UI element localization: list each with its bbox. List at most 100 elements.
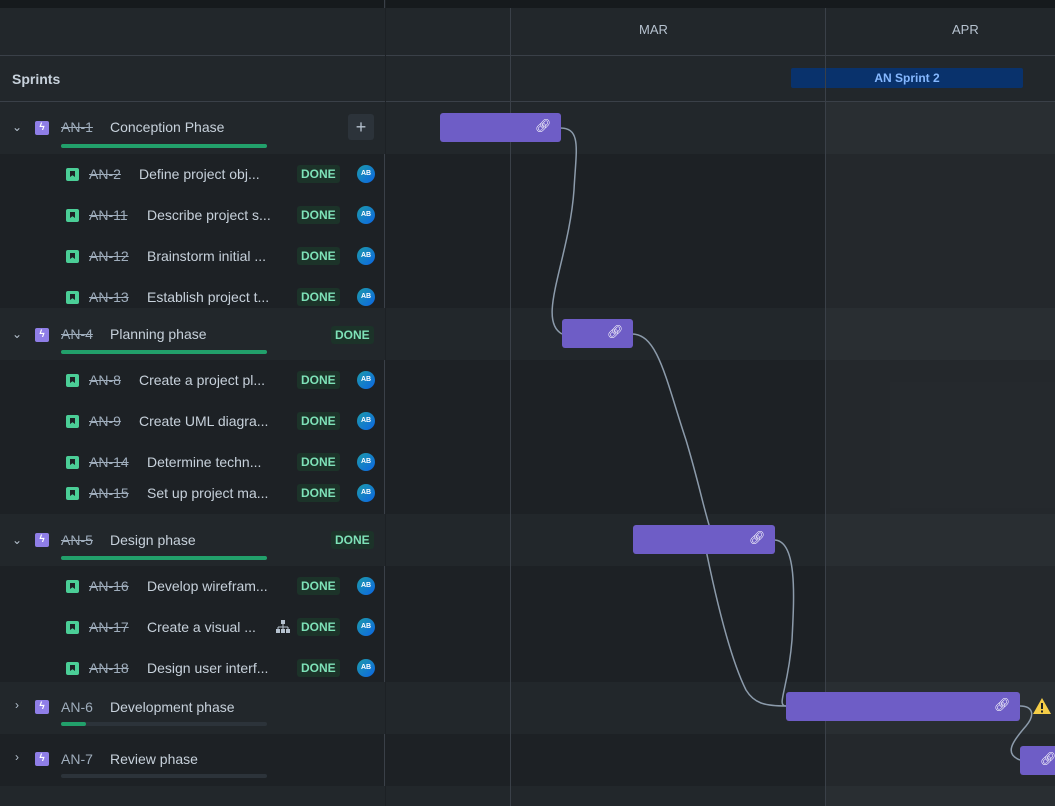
status-badge[interactable]: DONE: [297, 659, 340, 677]
story-row-an-11[interactable]: AN-11 Describe project s... DONE AB: [0, 195, 385, 236]
avatar[interactable]: AB: [357, 453, 375, 471]
story-row-an-16[interactable]: AN-16 Develop wirefram... DONE AB: [0, 566, 385, 607]
progress-fill: [61, 144, 267, 148]
story-bookmark-icon: [66, 662, 79, 675]
status-badge[interactable]: DONE: [331, 531, 374, 549]
chevron-down-icon[interactable]: ⌄: [11, 327, 23, 341]
issue-title[interactable]: Develop wirefram...: [147, 578, 268, 594]
issue-title[interactable]: Planning phase: [110, 326, 207, 342]
avatar[interactable]: AB: [357, 659, 375, 677]
issue-title[interactable]: Determine techn...: [147, 454, 261, 470]
link-icon[interactable]: 🔗︎: [1040, 751, 1055, 767]
avatar[interactable]: AB: [357, 412, 375, 430]
status-badge[interactable]: DONE: [297, 206, 340, 224]
epic-lightning-icon: ϟ: [35, 328, 49, 342]
status-badge[interactable]: DONE: [297, 618, 340, 636]
issue-title[interactable]: Set up project ma...: [147, 485, 268, 501]
chevron-right-icon[interactable]: ›: [11, 750, 23, 764]
issue-key[interactable]: AN-12: [89, 248, 129, 264]
timeline-bar-an-6[interactable]: 🔗︎: [786, 692, 1020, 721]
story-row-an-9[interactable]: AN-9 Create UML diagra... DONE AB: [0, 401, 385, 442]
chevron-down-icon[interactable]: ⌄: [11, 533, 23, 547]
story-row-an-8[interactable]: AN-8 Create a project pl... DONE AB: [0, 360, 385, 401]
status-badge[interactable]: DONE: [297, 453, 340, 471]
add-child-button[interactable]: +: [348, 114, 374, 140]
progress-bar: [61, 556, 267, 560]
story-bookmark-icon: [66, 621, 79, 634]
timeline-bar-an-7[interactable]: 🔗︎: [1020, 746, 1055, 775]
story-row-an-12[interactable]: AN-12 Brainstorm initial ... DONE AB: [0, 236, 385, 277]
story-row-an-15[interactable]: AN-15 Set up project ma... DONE AB: [0, 473, 385, 514]
issue-key[interactable]: AN-9: [89, 413, 121, 429]
issue-key[interactable]: AN-4: [61, 326, 93, 342]
link-icon[interactable]: 🔗︎: [749, 530, 766, 546]
avatar[interactable]: AB: [357, 371, 375, 389]
epic-row-an-7[interactable]: › ϟ AN-7 Review phase: [0, 734, 385, 786]
issue-key[interactable]: AN-18: [89, 660, 129, 676]
avatar[interactable]: AB: [357, 206, 375, 224]
warning-icon[interactable]: [1032, 697, 1052, 715]
issue-key[interactable]: AN-16: [89, 578, 129, 594]
issue-key[interactable]: AN-13: [89, 289, 129, 305]
timeline-grid: MAR APR AN Sprint 2 🔗︎ 🔗︎ 🔗︎ 🔗︎ 🔗︎: [386, 0, 1055, 806]
issue-title[interactable]: Create UML diagra...: [139, 413, 268, 429]
story-row-an-17[interactable]: AN-17 Create a visual ... DONE AB: [0, 607, 385, 648]
story-bookmark-icon: [66, 456, 79, 469]
avatar[interactable]: AB: [357, 618, 375, 636]
avatar[interactable]: AB: [357, 288, 375, 306]
epic-row-an-5[interactable]: ⌄ ϟ AN-5 Design phase DONE: [0, 514, 385, 566]
progress-bar: [61, 144, 267, 148]
story-row-an-2[interactable]: AN-2 Define project obj... DONE AB: [0, 154, 385, 195]
epic-row-an-1[interactable]: ⌄ ϟ AN-1 Conception Phase +: [0, 102, 385, 154]
issue-key[interactable]: AN-6: [61, 699, 93, 715]
issue-title[interactable]: Development phase: [110, 699, 235, 715]
issue-title[interactable]: Establish project t...: [147, 289, 269, 305]
issue-title[interactable]: Create a project pl...: [139, 372, 265, 388]
link-icon[interactable]: 🔗︎: [994, 697, 1011, 713]
issue-key[interactable]: AN-7: [61, 751, 93, 767]
avatar[interactable]: AB: [357, 165, 375, 183]
status-badge[interactable]: DONE: [297, 288, 340, 306]
progress-bar: [61, 774, 267, 778]
issue-title[interactable]: Design user interf...: [147, 660, 268, 676]
sprints-row: Sprints: [0, 56, 385, 102]
issue-key[interactable]: AN-2: [89, 166, 121, 182]
issue-key[interactable]: AN-15: [89, 485, 129, 501]
link-icon[interactable]: 🔗︎: [607, 324, 624, 340]
issue-key[interactable]: AN-8: [89, 372, 121, 388]
link-icon[interactable]: 🔗︎: [535, 118, 552, 134]
chevron-right-icon[interactable]: ›: [11, 698, 23, 712]
progress-fill: [61, 722, 86, 726]
avatar[interactable]: AB: [357, 484, 375, 502]
story-bookmark-icon: [66, 209, 79, 222]
status-badge[interactable]: DONE: [297, 371, 340, 389]
status-badge[interactable]: DONE: [297, 412, 340, 430]
epic-row-an-6[interactable]: › ϟ AN-6 Development phase: [0, 682, 385, 734]
epic-row-an-4[interactable]: ⌄ ϟ AN-4 Planning phase DONE: [0, 308, 385, 360]
status-badge[interactable]: DONE: [297, 577, 340, 595]
issue-title[interactable]: Conception Phase: [110, 119, 224, 135]
issue-title[interactable]: Review phase: [110, 751, 198, 767]
avatar[interactable]: AB: [357, 247, 375, 265]
issue-key[interactable]: AN-17: [89, 619, 129, 635]
status-badge[interactable]: DONE: [297, 165, 340, 183]
status-badge[interactable]: DONE: [297, 247, 340, 265]
issue-title[interactable]: Describe project s...: [147, 207, 271, 223]
timeline-bar-an-5[interactable]: 🔗︎: [633, 525, 775, 554]
timeline-bar-an-1[interactable]: 🔗︎: [440, 113, 561, 142]
chevron-down-icon[interactable]: ⌄: [11, 120, 23, 134]
issue-title[interactable]: Brainstorm initial ...: [147, 248, 266, 264]
issue-title[interactable]: Define project obj...: [139, 166, 260, 182]
status-badge[interactable]: DONE: [331, 326, 374, 344]
issue-title[interactable]: Design phase: [110, 532, 196, 548]
avatar[interactable]: AB: [357, 577, 375, 595]
issue-key[interactable]: AN-11: [89, 207, 128, 223]
issue-key[interactable]: AN-5: [61, 532, 93, 548]
timeline-bar-an-4[interactable]: 🔗︎: [562, 319, 633, 348]
story-bookmark-icon: [66, 291, 79, 304]
issue-key[interactable]: AN-14: [89, 454, 129, 470]
issue-list-panel: Sprints ⌄ ϟ AN-1 Conception Phase + AN-2…: [0, 0, 385, 806]
status-badge[interactable]: DONE: [297, 484, 340, 502]
issue-key[interactable]: AN-1: [61, 119, 93, 135]
issue-title[interactable]: Create a visual ...: [147, 619, 256, 635]
